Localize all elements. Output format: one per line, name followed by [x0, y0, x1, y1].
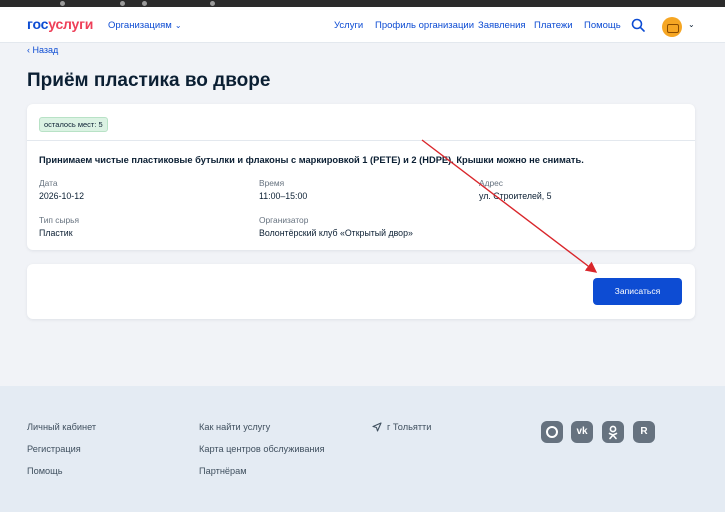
chevron-down-icon: ⌄: [174, 21, 182, 30]
site-header: госуслуги Организациям ⌄ Услуги Профиль о…: [0, 7, 725, 43]
organization-avatar[interactable]: [662, 17, 682, 37]
site-footer: Личный кабинет Регистрация Помощь Как на…: [0, 386, 725, 512]
date-label: Дата: [39, 178, 58, 188]
vk-icon[interactable]: vk: [571, 421, 593, 443]
signup-card: Записаться: [27, 264, 695, 319]
seats-left-badge: осталось мест: 5: [39, 117, 108, 132]
organizer-label: Организатор: [259, 215, 309, 225]
event-description: Принимаем чистые пластиковые бутылки и ф…: [39, 155, 584, 165]
card-divider: [27, 140, 695, 141]
footer-location[interactable]: г Тольятти: [387, 422, 431, 432]
max-icon[interactable]: [541, 421, 563, 443]
nav-applications[interactable]: Заявления: [478, 20, 526, 31]
chevron-down-icon[interactable]: ⌄: [688, 20, 695, 29]
footer-link-registration[interactable]: Регистрация: [27, 444, 81, 454]
time-label: Время: [259, 178, 285, 188]
ok-icon[interactable]: [602, 421, 624, 443]
rustore-icon[interactable]: R: [633, 421, 655, 443]
material-value: Пластик: [39, 228, 73, 238]
search-icon[interactable]: [631, 18, 645, 32]
organizer-value: Волонтёрский клуб «Открытый двор»: [259, 228, 413, 238]
nav-org-profile[interactable]: Профиль организации: [375, 20, 474, 31]
material-label: Тип сырья: [39, 215, 80, 225]
footer-link-help[interactable]: Помощь: [27, 466, 63, 476]
address-label: Адрес: [479, 178, 503, 188]
back-link[interactable]: ‹ Назад: [27, 45, 58, 55]
footer-link-partners[interactable]: Партнёрам: [199, 466, 247, 476]
nav-help[interactable]: Помощь: [584, 20, 621, 31]
location-arrow-icon: [372, 422, 382, 432]
gosuslugi-logo[interactable]: госуслуги: [27, 16, 93, 32]
time-value: 11:00–15:00: [259, 191, 308, 201]
date-value: 2026-10-12: [39, 191, 84, 201]
footer-link-personal-account[interactable]: Личный кабинет: [27, 422, 96, 432]
address-value: ул. Строителей, 5: [479, 191, 552, 201]
page-title: Приём пластика во дворе: [27, 70, 271, 91]
browser-top-strip: [0, 0, 725, 7]
nav-services[interactable]: Услуги: [334, 20, 363, 31]
event-card: осталось мест: 5 Принимаем чистые пласти…: [27, 104, 695, 250]
signup-button[interactable]: Записаться: [593, 278, 682, 305]
footer-link-service-centers-map[interactable]: Карта центров обслуживания: [199, 444, 325, 454]
nav-payments[interactable]: Платежи: [534, 20, 573, 31]
organizations-menu[interactable]: Организациям ⌄: [108, 20, 182, 31]
footer-link-find-service[interactable]: Как найти услугу: [199, 422, 270, 432]
